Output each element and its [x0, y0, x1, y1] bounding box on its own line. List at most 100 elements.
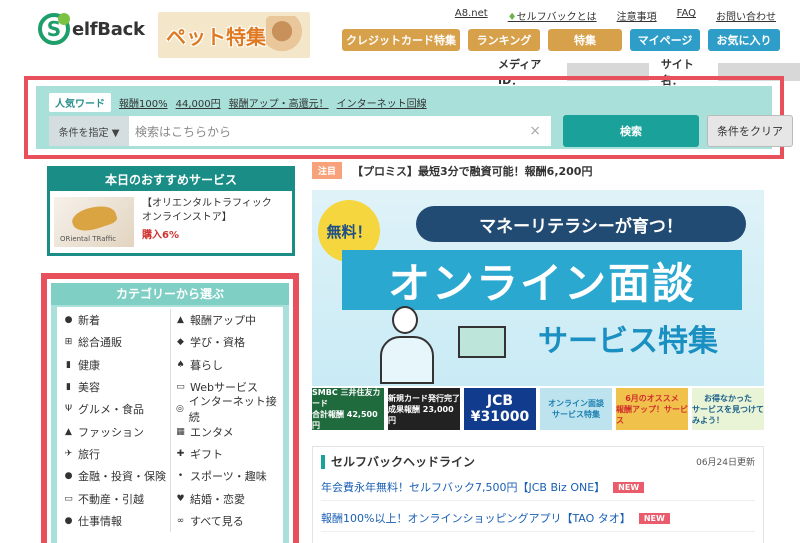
hero-banner[interactable]: 無料！ マネーリテラシーが育つ！ オンライン面談 サービス特集 [312, 190, 764, 386]
toplink-faq[interactable]: FAQ [677, 8, 696, 23]
promo-smbc[interactable]: SMBC 三井住友カード 合計報酬 42,500円 [312, 388, 384, 430]
toplink-about-label: セルフバックとは [516, 12, 597, 23]
nav-ranking[interactable]: ランキング [468, 29, 540, 51]
binoculars-icon: ∞ [176, 515, 185, 526]
promo-jcb[interactable]: JCB ¥31000 [464, 388, 536, 430]
category-internet[interactable]: ◎ インターネット接続 [170, 395, 277, 424]
category-jobs[interactable]: ● 仕事情報 [63, 510, 170, 532]
search-input[interactable]: 検索はこちらから × [129, 116, 551, 146]
selfback-logo[interactable]: S elfBack [38, 12, 146, 46]
toplink-a8net[interactable]: A8.net [455, 8, 488, 23]
promo-new-card[interactable]: 新規カード発行完了 成果報酬 23,000円 [388, 388, 460, 430]
heart-icon: ♥ [176, 493, 185, 504]
promo-discover[interactable]: お得なかった サービスを見つけてみよう！ [692, 388, 764, 430]
category-sports[interactable]: • スポーツ・趣味 [170, 465, 277, 488]
promo-line2: 報酬アップ！サービス [616, 404, 688, 425]
toplink-about[interactable]: ♦セルフバックとは [508, 8, 597, 23]
category-new[interactable]: ● 新着 [63, 309, 170, 331]
recommended-item[interactable]: ORiental TRaffic 【オリエンタルトラフィック オンラインストア】… [50, 191, 292, 253]
category-learning[interactable]: ◆ 学び・資格 [170, 331, 277, 354]
category-label: エンタメ [190, 425, 234, 439]
category-entertainment[interactable]: ▦ エンタメ [170, 420, 277, 443]
main-nav: クレジットカード特集 ランキング 特集 マイページ お気に入り [342, 29, 780, 51]
clear-conditions-button[interactable]: 条件をクリア [707, 115, 793, 147]
category-marriage[interactable]: ♥ 結婚・恋愛 [170, 487, 277, 510]
bar-chart-icon: ▲ [177, 315, 184, 326]
headline-header: セルフバックヘッドライン 06月24日更新 [321, 453, 755, 470]
headline-item[interactable]: 報酬100%以上！オンラインショッピングアプリ【TAO タオ】 NEW [321, 510, 755, 532]
nav-mypage[interactable]: マイページ [630, 29, 700, 51]
clear-input-icon[interactable]: × [529, 123, 541, 139]
promo-line2: サービス特集 [552, 410, 600, 419]
featured-notice[interactable]: 注目 【プロミス】最短3分で融資可能！報酬6,200円 [312, 162, 592, 179]
promo-line2: ¥31000 [470, 409, 530, 425]
category-label: グルメ・食品 [78, 403, 144, 417]
search-placeholder: 検索はこちらから [135, 124, 232, 139]
nav-favorites[interactable]: お気に入り [708, 29, 780, 51]
promo-line1: 6月のオススメ [625, 393, 679, 403]
toplink-contact[interactable]: お問い合わせ [716, 8, 776, 23]
gift-icon: ✚ [176, 448, 185, 459]
logo-mark-icon: S [38, 13, 70, 45]
condition-dropdown[interactable]: 条件を指定 ▼ [49, 116, 129, 146]
person-body [380, 336, 434, 384]
promo-june-reward[interactable]: 6月のオススメ 報酬アップ！サービス [616, 388, 688, 430]
category-label: 新着 [78, 314, 100, 328]
headline-section: セルフバックヘッドライン 06月24日更新 年会費永年無料！セルフバック7,50… [312, 446, 764, 543]
category-see-all[interactable]: ∞ すべて見る [170, 509, 277, 532]
recommended-title: 本日のおすすめサービス [50, 169, 292, 191]
logo-text: elfBack [72, 18, 145, 40]
promo-online-interview[interactable]: オンライン面談 サービス特集 [540, 388, 612, 430]
airplane-icon: ✈ [64, 448, 73, 459]
category-gourmet[interactable]: Ψ グルメ・食品 [63, 398, 170, 420]
category-label: 美容 [78, 381, 100, 395]
category-general-shopping[interactable]: ⊞ 総合通販 [63, 331, 170, 353]
category-label: 仕事情報 [78, 514, 122, 528]
nav-feature[interactable]: 特集 [548, 29, 622, 51]
cart-icon: ⊞ [64, 337, 73, 348]
hero-pill: マネーリテラシーが育つ！ [416, 206, 746, 242]
popular-word-2[interactable]: 44,000円 [176, 95, 221, 110]
person-head [392, 306, 418, 334]
category-gift[interactable]: ✚ ギフト [170, 442, 277, 466]
category-label: 暮らし [190, 358, 223, 372]
category-real-estate[interactable]: ▭ 不動産・引越 [63, 487, 170, 509]
search-panel: 人気ワード 報酬100% 44,000円 報酬アップ・高還元！ インターネット回… [24, 76, 793, 159]
category-health[interactable]: ▮ 健康 [63, 354, 170, 376]
popular-word-3[interactable]: 報酬アップ・高還元！ [229, 95, 329, 110]
recommended-thumbnail[interactable]: ORiental TRaffic [54, 197, 134, 247]
headline-item-text[interactable]: 報酬100%以上！オンラインショッピングアプリ【TAO タオ】 [321, 510, 631, 526]
film-icon: ▦ [176, 426, 185, 437]
recommended-rate: 購入6% [142, 230, 179, 241]
category-label: 報酬アップ中 [190, 314, 256, 328]
category-travel[interactable]: ✈ 旅行 [63, 443, 170, 465]
category-reward-up[interactable]: ▲ 報酬アップ中 [170, 309, 277, 332]
popular-word-4[interactable]: インターネット回線 [337, 95, 427, 110]
category-fashion[interactable]: ▲ ファッション [63, 420, 170, 442]
headline-bar [321, 454, 325, 469]
popular-word-1[interactable]: 報酬100% [119, 95, 168, 110]
featured-text[interactable]: 【プロミス】最短3分で融資可能！報酬6,200円 [352, 163, 592, 179]
promo-line1: 新規カード発行完了 [388, 393, 460, 403]
bottle-icon: ▮ [66, 359, 71, 370]
toplink-notes[interactable]: 注意事項 [617, 8, 657, 23]
category-grid: ● 新着 ▲ 報酬アップ中 ⊞ 総合通販 ◆ 学び・資格 ▮ 健康 ♠ 暮らし ▮ 美容 ▭ W… [57, 307, 283, 543]
category-finance[interactable]: ● 金融・投資・保険 [63, 465, 170, 487]
category-living[interactable]: ♠ 暮らし [170, 353, 277, 376]
recommended-service: 本日のおすすめサービス ORiental TRaffic 【オリエンタルトラフィ… [47, 166, 295, 256]
hero-subtitle: サービス特集 [538, 324, 718, 359]
category-beauty[interactable]: ▮ 美容 [63, 376, 170, 398]
headline-item-text[interactable]: 年会費永年無料！セルフバック7,500円【JCB Biz ONE】 [321, 479, 605, 495]
pet-feature-banner[interactable]: ペット特集 [158, 12, 310, 58]
money-bag-icon: ● [64, 471, 73, 482]
nav-credit-card[interactable]: クレジットカード特集 [342, 29, 460, 51]
search-button[interactable]: 検索 [563, 115, 699, 147]
recommended-name[interactable]: 【オリエンタルトラフィック オンラインストア】 [142, 197, 282, 225]
tree-icon: ♠ [176, 359, 185, 370]
headline-item[interactable]: 年会費永年無料！セルフバック7,500円【JCB Biz ONE】 NEW [321, 479, 755, 501]
hero-main-title: オンライン面談 [342, 250, 742, 310]
category-title: カテゴリーから選ぶ [51, 283, 289, 305]
category-label: スポーツ・趣味 [190, 470, 267, 484]
pet-banner-text: ペット特集 [166, 24, 266, 49]
new-badge: NEW [638, 512, 670, 524]
